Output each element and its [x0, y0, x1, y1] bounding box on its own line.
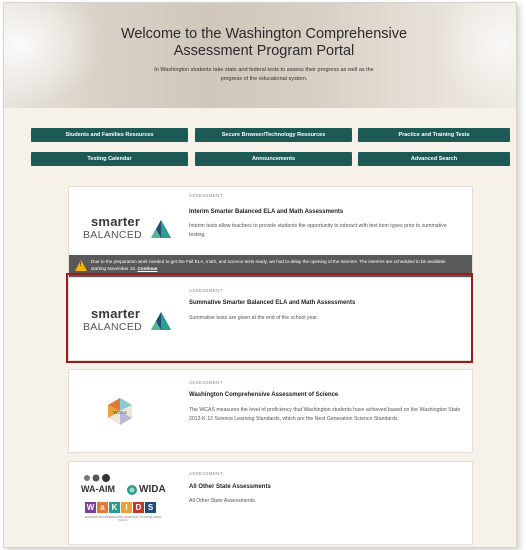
card-other-assessments[interactable]: WA-AIM WIDA W a K I D S WASHINGTON KINDE…: [68, 461, 473, 545]
secure-browser-button[interactable]: Secure Browser/Technology Resources: [195, 128, 352, 142]
wida-icon: [127, 485, 137, 495]
selected-card-highlight: [66, 273, 473, 363]
card-description: Interim tests allow teachers to provide …: [189, 223, 447, 238]
triangle-logo-icon: [151, 220, 171, 238]
testing-calendar-button[interactable]: Testing Calendar: [31, 152, 188, 166]
card-title[interactable]: All Other State Assessments: [189, 484, 271, 490]
card-interim-sbac[interactable]: smarter BALANCED ASSESSMENT Interim Smar…: [68, 186, 473, 278]
announcements-button[interactable]: Announcements: [195, 152, 352, 166]
practice-training-button[interactable]: Practice and Training Tests: [358, 128, 510, 142]
card-wcas[interactable]: WCAS ASSESSMENT Washington Comprehensive…: [68, 369, 473, 453]
wcas-logo-icon: WCAS: [108, 398, 132, 425]
warning-icon: !: [75, 260, 87, 271]
students-families-button[interactable]: Students and Families Resources: [31, 128, 188, 142]
portal-window: Welcome to the Washington Comprehensive …: [3, 2, 517, 548]
wa-aim-icon: [84, 474, 110, 482]
hero-banner: Welcome to the Washington Comprehensive …: [4, 3, 516, 108]
page-title: Welcome to the Washington Comprehensive …: [120, 26, 408, 59]
advanced-search-button[interactable]: Advanced Search: [358, 152, 510, 166]
card-tag: ASSESSMENT: [189, 193, 223, 198]
card-tag: ASSESSMENT: [189, 380, 223, 385]
page-subtitle: In Washington students take state and fe…: [154, 67, 374, 82]
alert-continue-link[interactable]: Continue: [137, 266, 157, 271]
svg-text:WCAS: WCAS: [113, 410, 127, 415]
card-description: All Other State Assessments.: [189, 498, 257, 504]
card-title[interactable]: Interim Smarter Balanced ELA and Math As…: [189, 209, 343, 215]
card-title[interactable]: Washington Comprehensive Assessment of S…: [189, 392, 338, 398]
card-tag: ASSESSMENT: [189, 471, 223, 476]
card-description: The WCAS measures the level of proficien…: [189, 407, 461, 422]
